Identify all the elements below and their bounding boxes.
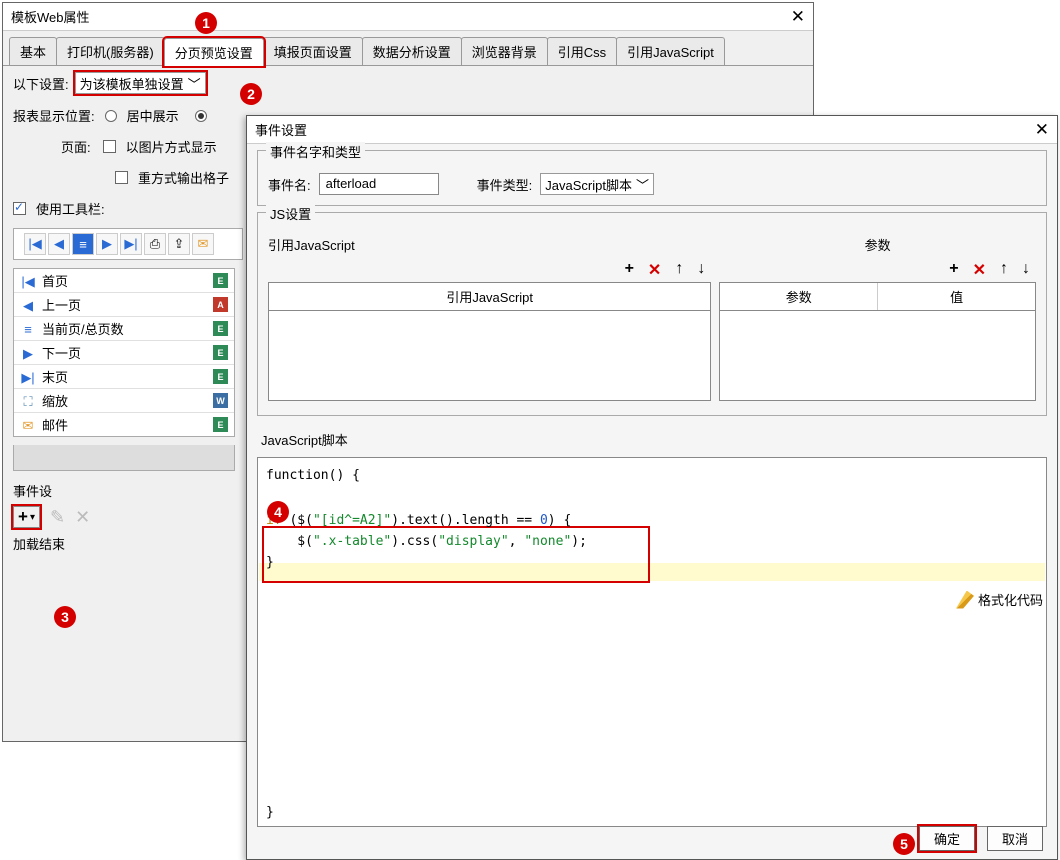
tb-last-icon[interactable]: ▶| xyxy=(120,233,142,255)
arrow-down-icon[interactable]: ↓ xyxy=(1022,260,1030,280)
tb-print-icon[interactable]: ⎙ xyxy=(144,233,166,255)
setting-label: 以下设置: xyxy=(13,74,69,93)
nav-last[interactable]: ▶|末页E xyxy=(14,365,234,389)
delete-icon[interactable]: ✕ xyxy=(973,260,986,280)
chk-grid[interactable] xyxy=(115,171,128,184)
arrow-down-icon[interactable]: ↓ xyxy=(697,260,705,280)
tb-list-icon[interactable]: ≡ xyxy=(72,233,94,255)
param-body[interactable] xyxy=(719,311,1036,401)
refjs-body[interactable] xyxy=(268,311,711,401)
marker-1: 1 xyxy=(195,12,217,34)
report-pos-label: 报表显示位置: xyxy=(13,106,95,125)
chevron-down-icon: ﹀ xyxy=(636,175,649,194)
badge-e-icon: E xyxy=(213,345,228,360)
format-code-link[interactable]: 格式化代码 xyxy=(956,590,1043,609)
ref-js-label: 引用JavaScript xyxy=(268,235,711,254)
badge-e-icon: E xyxy=(213,417,228,432)
nav-zoom[interactable]: ⛶缩放W xyxy=(14,389,234,413)
mini-toolbar: |◀ ◀ ≡ ▶ ▶| ⎙ ⇪ ✉ xyxy=(13,228,243,260)
edit-icon[interactable]: ✎ xyxy=(50,507,65,528)
nav-footer xyxy=(13,445,235,471)
arrow-up-icon[interactable]: ↑ xyxy=(675,260,683,280)
ref-js-box: 引用JavaScript + ✕ ↑ ↓ 引用JavaScript xyxy=(268,235,711,401)
dialog-buttons: 确定 取消 xyxy=(919,826,1043,851)
nav-next[interactable]: ▶下一页E xyxy=(14,341,234,365)
param-label: 参数 xyxy=(719,235,1036,254)
group2-legend: JS设置 xyxy=(266,204,315,223)
tab-data-analysis[interactable]: 数据分析设置 xyxy=(362,37,462,65)
setting-row: 以下设置: 为该模板单独设置 ﹀ xyxy=(3,66,813,100)
radio-center[interactable] xyxy=(105,110,117,122)
code-editor[interactable]: function() { if ($("[id^=A2]").text().le… xyxy=(257,457,1047,827)
close-icon[interactable]: ✕ xyxy=(791,8,805,25)
nav-mail[interactable]: ✉邮件E xyxy=(14,413,234,436)
back-title: 模板Web属性 xyxy=(11,7,90,26)
tab-ref-js[interactable]: 引用JavaScript xyxy=(616,37,725,65)
fn-close: } xyxy=(266,805,274,820)
chevron-down-icon: ▾ xyxy=(30,512,35,523)
tb-prev-icon[interactable]: ◀ xyxy=(48,233,70,255)
event-type-select[interactable]: JavaScript脚本 ﹀ xyxy=(540,173,654,195)
chevron-down-icon: ﹀ xyxy=(188,74,201,93)
plus-icon[interactable]: + xyxy=(949,260,958,280)
delete-icon[interactable]: ✕ xyxy=(75,507,90,528)
event-type-label: 事件类型: xyxy=(477,175,533,194)
nav-first[interactable]: |◀首页E xyxy=(14,269,234,293)
dlg-titlebar: 事件设置 ✕ xyxy=(247,116,1057,144)
back-titlebar: 模板Web属性 ✕ xyxy=(3,3,813,31)
event-settings-dialog: 事件设置 ✕ 事件名字和类型 事件名: afterload 事件类型: Java… xyxy=(246,115,1058,860)
event-name-label: 事件名: xyxy=(268,175,311,194)
close-icon[interactable]: ✕ xyxy=(1035,121,1049,138)
plus-icon[interactable]: + xyxy=(625,260,634,280)
badge-e-icon: E xyxy=(213,321,228,336)
refjs-col-head: 引用JavaScript xyxy=(269,283,710,310)
chk-toolbar[interactable] xyxy=(13,202,26,215)
nav-prev[interactable]: ◀上一页A xyxy=(14,293,234,317)
badge-e-icon: E xyxy=(213,369,228,384)
value-col-head: 值 xyxy=(878,283,1035,310)
tb-mail-icon[interactable]: ✉ xyxy=(192,233,214,255)
tb-export-icon[interactable]: ⇪ xyxy=(168,233,190,255)
tab-fill-page[interactable]: 填报页面设置 xyxy=(263,37,363,65)
page-label: 页面: xyxy=(61,137,91,156)
tb-first-icon[interactable]: |◀ xyxy=(24,233,46,255)
brush-icon xyxy=(956,591,974,609)
event-name-input[interactable]: afterload xyxy=(319,173,439,195)
badge-pdf-icon: A xyxy=(213,297,228,312)
badge-e-icon: E xyxy=(213,273,228,288)
marker-2: 2 xyxy=(240,83,262,105)
marker-4: 4 xyxy=(267,501,289,523)
tab-page-preview[interactable]: 分页预览设置 xyxy=(164,38,264,66)
refjs-actions: + ✕ ↑ ↓ xyxy=(268,258,711,282)
param-col-head: 参数 xyxy=(720,283,878,310)
delete-icon[interactable]: ✕ xyxy=(648,260,661,280)
ok-button[interactable]: 确定 xyxy=(919,826,975,851)
group1-legend: 事件名字和类型 xyxy=(266,142,365,161)
fn-open: function() { xyxy=(258,458,1046,483)
badge-w-icon: W xyxy=(213,393,228,408)
marker-3: 3 xyxy=(54,606,76,628)
tb-next-icon[interactable]: ▶ xyxy=(96,233,118,255)
tab-ref-css[interactable]: 引用Css xyxy=(547,37,617,65)
group-js-settings: JS设置 引用JavaScript + ✕ ↑ ↓ 引用JavaScript 参… xyxy=(257,212,1047,416)
tab-basic[interactable]: 基本 xyxy=(9,37,57,65)
back-tabs: 基本 打印机(服务器) 分页预览设置 填报页面设置 数据分析设置 浏览器背景 引… xyxy=(3,31,813,66)
param-actions: + ✕ ↑ ↓ xyxy=(719,258,1036,282)
plus-icon: + xyxy=(18,507,28,527)
radio-other[interactable] xyxy=(195,110,207,122)
nav-page[interactable]: ≡当前页/总页数E xyxy=(14,317,234,341)
param-box: 参数 + ✕ ↑ ↓ 参数 值 xyxy=(719,235,1036,401)
setting-select[interactable]: 为该模板单独设置 ﹀ xyxy=(75,72,206,94)
dlg-title: 事件设置 xyxy=(255,120,307,139)
arrow-up-icon[interactable]: ↑ xyxy=(1000,260,1008,280)
group-event-name-type: 事件名字和类型 事件名: afterload 事件类型: JavaScript脚… xyxy=(257,150,1047,206)
add-event-button[interactable]: + ▾ xyxy=(13,506,40,528)
marker-5: 5 xyxy=(893,833,915,855)
cancel-button[interactable]: 取消 xyxy=(987,826,1043,851)
js-script-label: JavaScript脚本 xyxy=(261,430,1047,449)
chk-img[interactable] xyxy=(103,140,116,153)
nav-list: |◀首页E ◀上一页A ≡当前页/总页数E ▶下一页E ▶|末页E ⛶缩放W ✉… xyxy=(13,268,235,437)
tab-browser-bg[interactable]: 浏览器背景 xyxy=(461,37,548,65)
tab-printer[interactable]: 打印机(服务器) xyxy=(56,37,165,65)
